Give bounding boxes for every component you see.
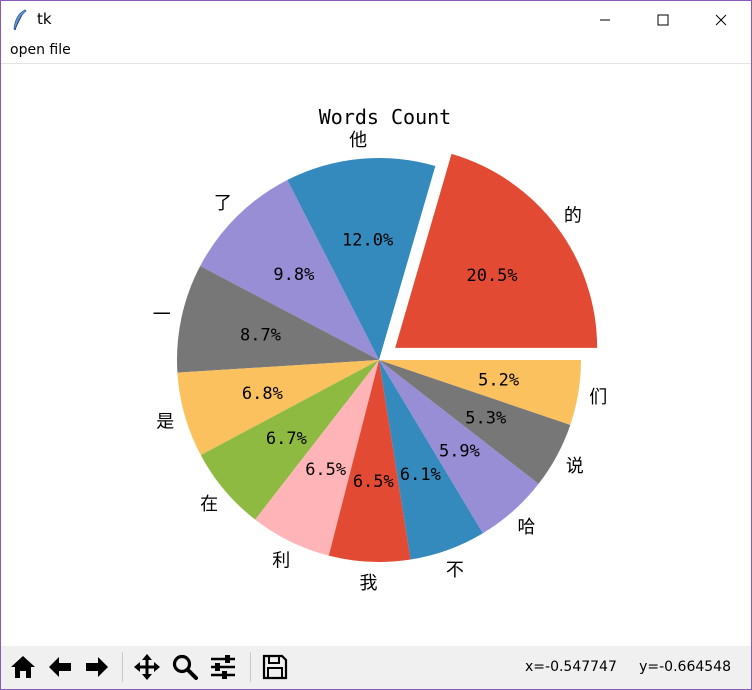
slice-category-label: 是: [156, 412, 174, 433]
configure-subplots-button[interactable]: [207, 650, 239, 684]
app-window: tk open file Words Count 20.5% 的 12.0% 他 9.8…: [0, 0, 752, 690]
feather-icon: [13, 9, 27, 31]
forward-arrow-icon: [86, 657, 108, 677]
slice-percent-label: 6.1%: [400, 465, 441, 485]
slice-percent-label: 9.8%: [273, 265, 314, 285]
maximize-button[interactable]: [634, 1, 692, 39]
home-button[interactable]: [7, 650, 39, 684]
save-icon: [262, 654, 288, 680]
pan-button[interactable]: [131, 650, 163, 684]
slice-category-label: 哈: [517, 517, 535, 538]
slice-category-label: 说: [566, 456, 584, 477]
slice-category-label: 们: [589, 387, 607, 408]
slice-category-label: 不: [446, 560, 464, 581]
slice-percent-label: 20.5%: [466, 266, 517, 286]
close-button[interactable]: [692, 1, 750, 39]
slice-category-label: 利: [272, 551, 290, 572]
title-bar: tk: [1, 1, 751, 39]
slice-category-label: 的: [564, 205, 582, 226]
slice-percent-label: 8.7%: [240, 326, 281, 346]
slice-category-label: 他: [349, 130, 367, 151]
slice-percent-label: 5.9%: [439, 442, 480, 462]
slice-category-label: 一: [153, 305, 171, 326]
slice-percent-label: 5.2%: [478, 371, 519, 391]
close-icon: [715, 14, 727, 26]
slice-percent-label: 6.5%: [353, 472, 394, 492]
minimize-button[interactable]: [576, 1, 634, 39]
slice-percent-label: 6.5%: [305, 460, 346, 480]
forward-button[interactable]: [81, 650, 113, 684]
slice-percent-label: 12.0%: [342, 230, 393, 250]
open-file-menu[interactable]: open file: [10, 42, 71, 58]
pan-icon: [134, 654, 160, 680]
zoom-icon: [172, 654, 198, 680]
slice-category-label: 在: [200, 494, 218, 515]
slice-percent-label: 5.3%: [465, 408, 506, 428]
configure-subplots-icon: [211, 655, 235, 679]
slice-percent-label: 6.8%: [242, 384, 283, 404]
chart-title: Words Count: [319, 105, 451, 129]
back-arrow-icon: [49, 657, 71, 677]
cursor-coordinates: x=-0.547747 y=-0.664548: [525, 659, 731, 675]
toolbar-separator: [122, 652, 123, 682]
window-title: tk: [37, 10, 52, 28]
figure-canvas[interactable]: Words Count 20.5% 的 12.0% 他 9.8% 了 8.7% 一 6.8% 是 6…: [1, 64, 751, 646]
minimize-icon: [600, 19, 610, 21]
maximize-icon: [657, 14, 669, 26]
home-icon: [11, 656, 35, 678]
slice-category-label: 我: [360, 573, 378, 594]
toolbar-separator: [250, 652, 251, 682]
navigation-toolbar: x=-0.547747 y=-0.664548: [1, 646, 751, 689]
zoom-button[interactable]: [169, 650, 201, 684]
back-button[interactable]: [44, 650, 76, 684]
menu-bar: open file: [1, 39, 751, 64]
save-button[interactable]: [259, 650, 291, 684]
slice-category-label: 了: [214, 193, 232, 214]
slice-percent-label: 6.7%: [266, 429, 307, 449]
pie-chart: Words Count 20.5% 的 12.0% 他 9.8% 了 8.7% 一 6.8% 是 6…: [153, 105, 608, 594]
